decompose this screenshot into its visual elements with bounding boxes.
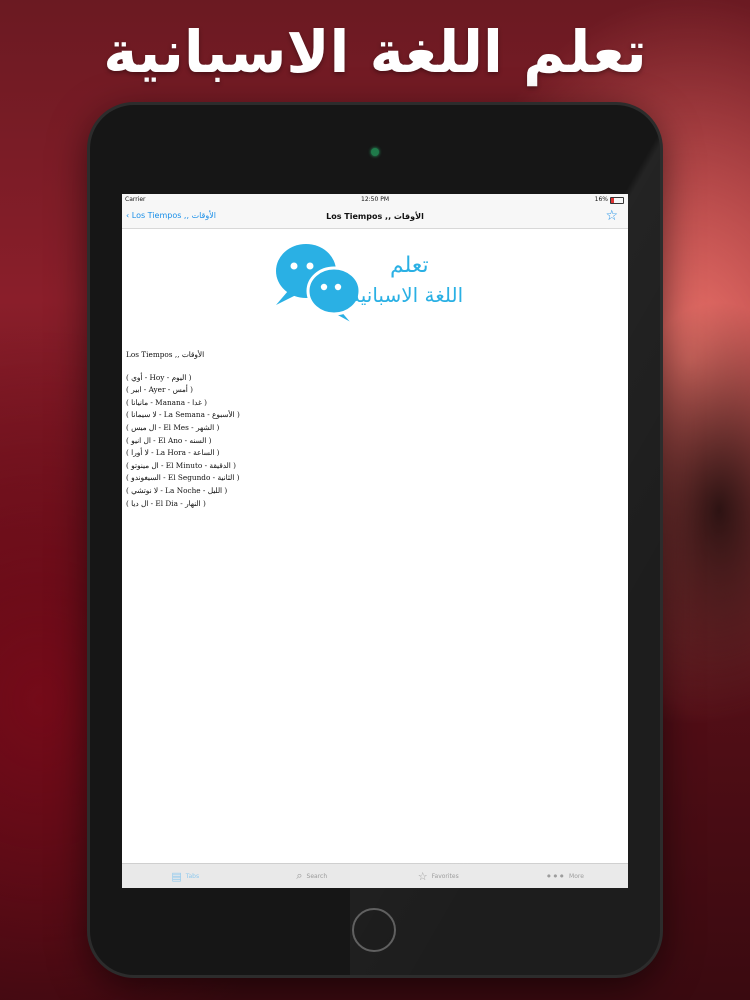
- ipad-frame: Carrier 12:50 PM 16% ‹ Los Tiempos ,, ال…: [90, 105, 660, 975]
- tab-label: More: [569, 872, 584, 880]
- status-bar: Carrier 12:50 PM 16%: [122, 194, 628, 206]
- more-icon: •••: [545, 869, 566, 883]
- list-item: ( ال انيو - El Ano - السنه ): [126, 435, 212, 445]
- tab-label: Tabs: [185, 872, 200, 880]
- list-item: ( أوي - Hoy - اليوم ): [126, 372, 192, 382]
- chat-bubbles-icon: [276, 244, 362, 323]
- app-screen: Carrier 12:50 PM 16% ‹ Los Tiempos ,, ال…: [122, 194, 628, 888]
- tab-more[interactable]: ••• More: [502, 864, 629, 888]
- logo-text-line2: اللغة الاسبانية: [350, 283, 464, 307]
- book-icon: ▤: [171, 869, 182, 883]
- status-time: 12:50 PM: [361, 196, 389, 203]
- promo-title: تعلم اللغة الاسبانية: [103, 18, 647, 86]
- search-icon: ⌕: [296, 869, 303, 882]
- battery-icon: [610, 197, 624, 204]
- tab-bar: ▤ Tabs ⌕ Search ☆ Favorites ••• More: [122, 863, 628, 888]
- list-item: ( السيغوندو - El Segundo - الثانية ): [126, 473, 240, 483]
- logo-text-line1: تعلم: [390, 253, 429, 278]
- camera-dot: [371, 148, 379, 156]
- list-item: ( ال ميس - El Mes - الشهر ): [126, 422, 220, 432]
- star-icon[interactable]: ☆: [605, 208, 618, 224]
- list-item: ( لا نوتشي - La Noche - الليل ): [126, 485, 228, 495]
- content-area: تعلم اللغة الاسبانية Los Tiempos ,, الأو…: [122, 229, 628, 865]
- tab-favorites[interactable]: ☆ Favorites: [375, 864, 502, 888]
- tab-label: Favorites: [431, 872, 459, 880]
- list-item: ( لا أورا - La Hora - الساعة ): [126, 448, 220, 458]
- list-item: ( ال مينوتو - El Minuto - الدقيقة ): [126, 460, 236, 470]
- star-icon: ☆: [417, 869, 428, 883]
- list-heading: Los Tiempos ,, الأوقات: [126, 350, 205, 359]
- tab-tabs[interactable]: ▤ Tabs: [122, 864, 249, 888]
- tab-label: Search: [306, 872, 328, 880]
- home-button[interactable]: [352, 908, 396, 952]
- list-item: ( مانيانا - Manana - غدا ): [126, 397, 208, 407]
- navigation-bar: ‹ Los Tiempos ,, الأوقات Los Tiempos ,, …: [122, 206, 628, 229]
- vocabulary-list: Los Tiempos ,, الأوقات ( أوي - Hoy - الي…: [126, 349, 240, 510]
- page-title: Los Tiempos ,, الأوقات: [326, 212, 424, 221]
- list-item: ( ال ديا - El Dia - النهار ): [126, 498, 206, 508]
- tab-search[interactable]: ⌕ Search: [249, 864, 376, 888]
- battery-percent: 16%: [594, 196, 608, 203]
- list-item: ( ابير - Ayer - أمس ): [126, 385, 194, 395]
- list-item: ( لا سيمانا - La Semana - الأسبوع ): [126, 410, 240, 420]
